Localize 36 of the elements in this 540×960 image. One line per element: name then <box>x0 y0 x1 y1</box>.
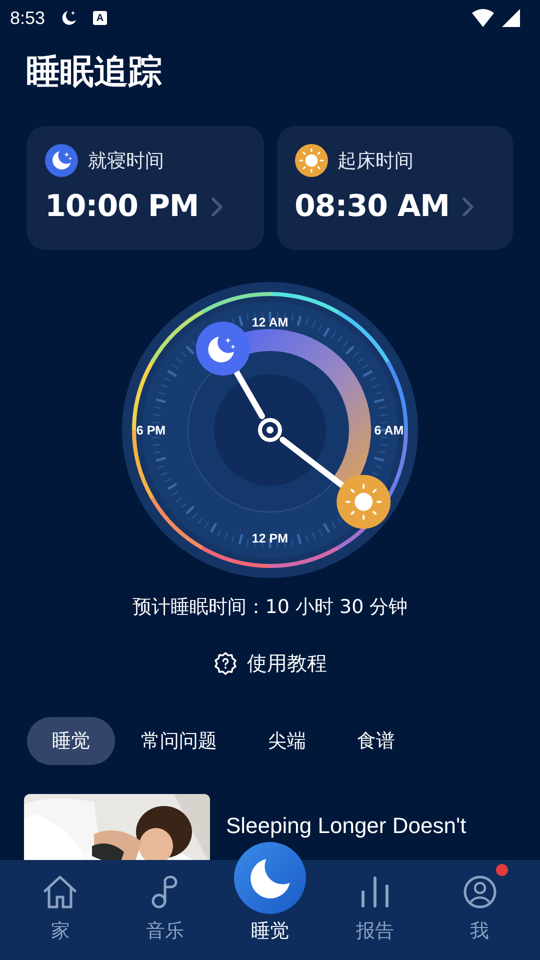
wake-handle[interactable] <box>336 474 391 529</box>
hour-label: 6 PM <box>136 424 166 438</box>
nav-item[interactable]: 睡觉 <box>218 842 322 960</box>
center-knob <box>258 418 282 442</box>
category-tab[interactable]: 常问问题 <box>116 717 242 765</box>
chevron-icon <box>210 196 223 216</box>
moon-icon <box>45 144 78 177</box>
sleep-duration: 预计睡眠时间：10 小时 30 分钟 <box>131 595 409 620</box>
help-icon <box>213 651 238 676</box>
hour-label: 12 AM <box>252 316 288 330</box>
card-label: 起床时间 <box>338 148 414 174</box>
time-value: 10:00 PM <box>45 189 199 224</box>
tutorial-link[interactable]: 使用教程 <box>213 650 327 677</box>
card-label: 就寝时间 <box>88 148 164 174</box>
wifi-icon <box>472 9 494 27</box>
moon-icon <box>232 842 308 914</box>
time-card[interactable]: 起床时间 08:30 AM <box>276 126 513 250</box>
time-value: 08:30 AM <box>294 189 450 224</box>
time-card[interactable]: 就寝时间 10:00 PM <box>27 126 264 250</box>
article-title: Sleeping Longer Doesn't <box>226 812 466 839</box>
nav-item[interactable]: 我 <box>427 860 532 960</box>
nav-item[interactable]: 报告 <box>322 860 428 960</box>
bedtime-handle[interactable] <box>196 322 250 376</box>
sun-icon <box>294 144 328 177</box>
page-title: 睡眠追踪 <box>26 51 163 94</box>
category-tab[interactable]: 食谱 <box>332 717 420 765</box>
hour-label: 12 PM <box>252 532 288 546</box>
chevron-icon <box>462 196 474 216</box>
status-time: 8:53 <box>10 8 46 28</box>
category-tab[interactable]: 尖端 <box>243 717 331 765</box>
nav-item[interactable]: 音乐 <box>112 860 218 960</box>
hour-label: 6 AM <box>374 424 404 438</box>
nav-item[interactable]: 家 <box>8 860 113 960</box>
notification-icon: A <box>93 11 108 25</box>
signal-icon <box>502 9 520 27</box>
category-tab[interactable]: 睡觉 <box>27 717 115 765</box>
